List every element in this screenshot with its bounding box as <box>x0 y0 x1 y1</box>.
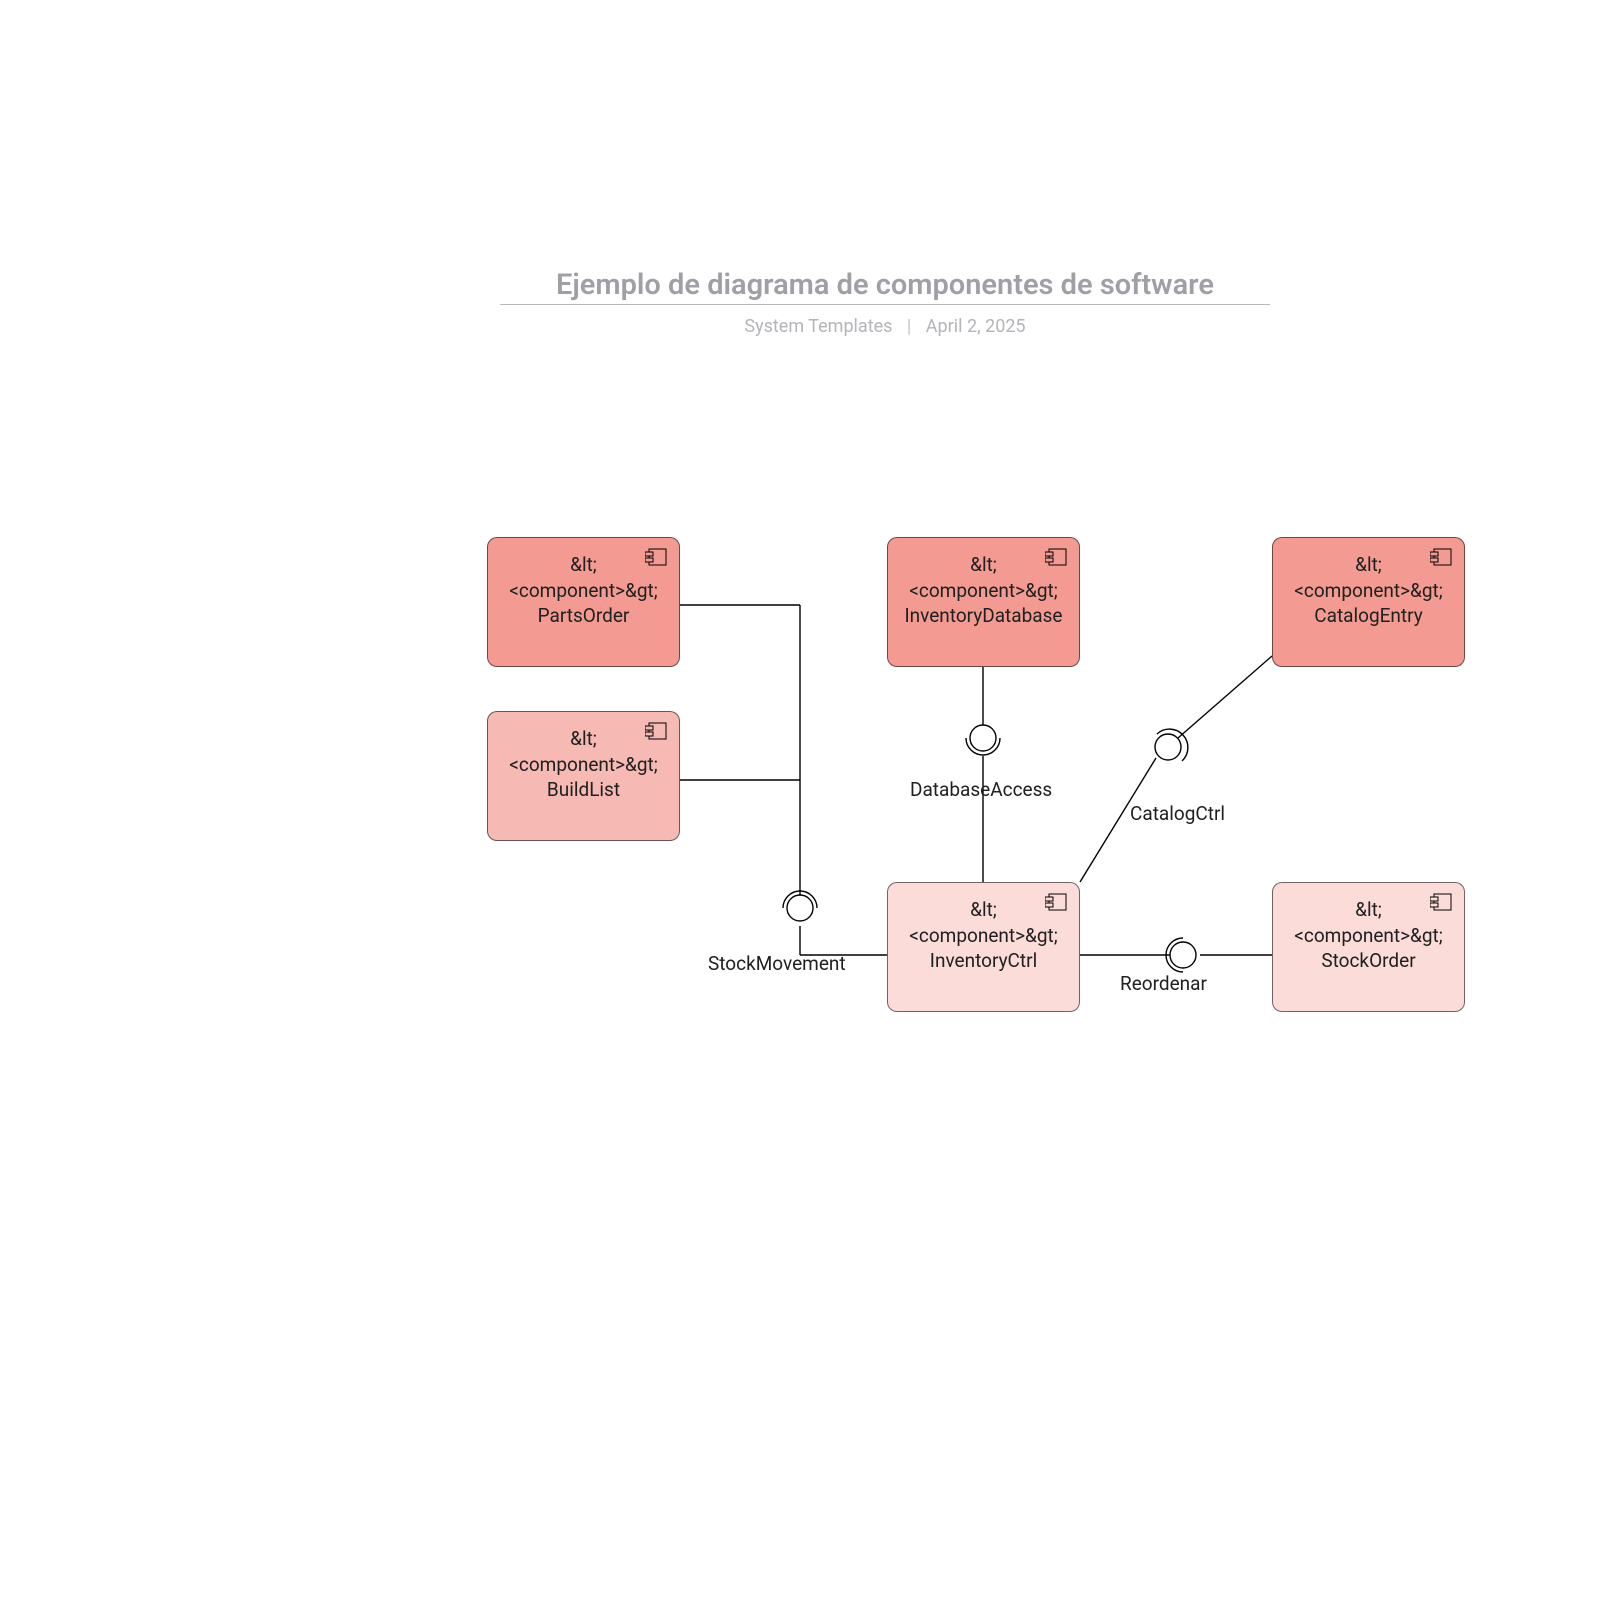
component-inventory-database[interactable]: &lt;<component>&gt; InventoryDatabase <box>887 537 1080 667</box>
component-name: StockOrder <box>1321 949 1415 972</box>
component-name: BuildList <box>547 778 620 801</box>
component-stereotype: &lt;<component>&gt; <box>909 553 1058 602</box>
interface-label-reorder: Reordenar <box>1120 972 1207 995</box>
diagram-canvas: Ejemplo de diagrama de componentes de so… <box>0 0 1600 1600</box>
component-icon <box>1045 893 1067 911</box>
subtitle-author: System Templates <box>744 316 892 337</box>
component-name: PartsOrder <box>538 604 630 627</box>
subtitle-separator: | <box>907 316 911 337</box>
component-stereotype: &lt;<component>&gt; <box>909 898 1058 947</box>
interface-label-database-access: DatabaseAccess <box>910 778 1052 801</box>
component-name: InventoryCtrl <box>930 949 1037 972</box>
component-icon <box>1430 893 1452 911</box>
component-name: CatalogEntry <box>1314 604 1422 627</box>
component-inventory-ctrl[interactable]: &lt;<component>&gt; InventoryCtrl <box>887 882 1080 1012</box>
interface-label-catalog-ctrl: CatalogCtrl <box>1130 802 1225 825</box>
diagram-title: Ejemplo de diagrama de componentes de so… <box>500 268 1270 305</box>
component-icon <box>1045 548 1067 566</box>
component-stereotype: &lt;<component>&gt; <box>1294 553 1443 602</box>
component-parts-order[interactable]: &lt;<component>&gt; PartsOrder <box>487 537 680 667</box>
component-stereotype: &lt;<component>&gt; <box>509 553 658 602</box>
component-name: InventoryDatabase <box>904 604 1062 627</box>
component-icon <box>1430 548 1452 566</box>
component-stereotype: &lt;<component>&gt; <box>509 727 658 776</box>
component-stock-order[interactable]: &lt;<component>&gt; StockOrder <box>1272 882 1465 1012</box>
interface-label-stock-movement: StockMovement <box>708 952 846 975</box>
component-build-list[interactable]: &lt;<component>&gt; BuildList <box>487 711 680 841</box>
component-icon <box>645 548 667 566</box>
subtitle-date: April 2, 2025 <box>926 316 1026 337</box>
connectors <box>0 0 1600 1600</box>
component-stereotype: &lt;<component>&gt; <box>1294 898 1443 947</box>
component-catalog-entry[interactable]: &lt;<component>&gt; CatalogEntry <box>1272 537 1465 667</box>
component-icon <box>645 722 667 740</box>
diagram-subtitle: System Templates | April 2, 2025 <box>500 316 1270 337</box>
